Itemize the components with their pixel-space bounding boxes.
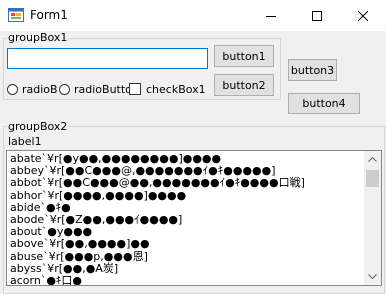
groupbox2-title: groupBox2 — [7, 120, 69, 133]
text-input[interactable] — [7, 48, 208, 69]
checkbox-label: checkBox1 — [146, 82, 206, 96]
label1: label1 — [8, 135, 42, 148]
list-item[interactable]: abuse`¥r[●●●p,●●●恩] — [10, 250, 361, 263]
minimize-button[interactable] — [248, 0, 294, 31]
radio-button-2[interactable]: radioButto — [59, 82, 129, 96]
checkbox1[interactable]: checkBox1 — [129, 82, 206, 96]
scroll-down-button[interactable] — [364, 268, 381, 285]
button1[interactable]: button1 — [214, 45, 274, 67]
scroll-thumb[interactable] — [366, 170, 379, 187]
scroll-up-button[interactable] — [364, 151, 381, 168]
checkbox-square[interactable] — [129, 83, 141, 95]
chevron-up-icon — [368, 157, 377, 162]
list-items: abate`¥r[●y●●,●●●●●●●●]●●●● abbey`¥r[●●C●… — [10, 152, 361, 285]
radio-button-1[interactable]: radioB — [7, 82, 59, 96]
list-box[interactable]: abate`¥r[●y●●,●●●●●●●●]●●●● abbey`¥r[●●C●… — [6, 150, 382, 286]
radio-circle-2[interactable] — [59, 83, 70, 95]
radio-label-1: radioB — [22, 82, 58, 96]
radio-label-2: radioButto — [74, 82, 129, 96]
list-item[interactable]: above`¥r[●●,●●●●]●● — [10, 238, 361, 250]
maximize-icon — [312, 10, 322, 21]
list-item[interactable]: abbot`¥r[●●C●●●@●●,●●●●●●●ｲ●ｷ●●●●口戦] — [10, 177, 361, 189]
title-bar[interactable]: Form1 — [0, 0, 386, 31]
form1-window: Form1 groupBox1 button1 button2 radioB r… — [0, 0, 386, 294]
list-item[interactable]: abhor`¥r[●●●●,●●●●]●●●● — [10, 189, 361, 202]
maximize-button[interactable] — [294, 0, 340, 31]
close-icon — [358, 10, 368, 21]
minimize-icon — [266, 15, 276, 17]
window-title: Form1 — [30, 8, 68, 22]
vertical-scrollbar[interactable] — [364, 151, 381, 285]
list-item[interactable]: acorn`●ｷ口● — [10, 274, 361, 285]
app-icon — [8, 8, 24, 22]
close-button[interactable] — [340, 0, 386, 31]
groupbox1-title: groupBox1 — [7, 31, 69, 44]
button4[interactable]: button4 — [288, 93, 360, 114]
button3[interactable]: button3 — [288, 59, 337, 81]
button2[interactable]: button2 — [214, 74, 274, 96]
chevron-down-icon — [368, 274, 377, 279]
radio-circle-1[interactable] — [7, 83, 18, 95]
